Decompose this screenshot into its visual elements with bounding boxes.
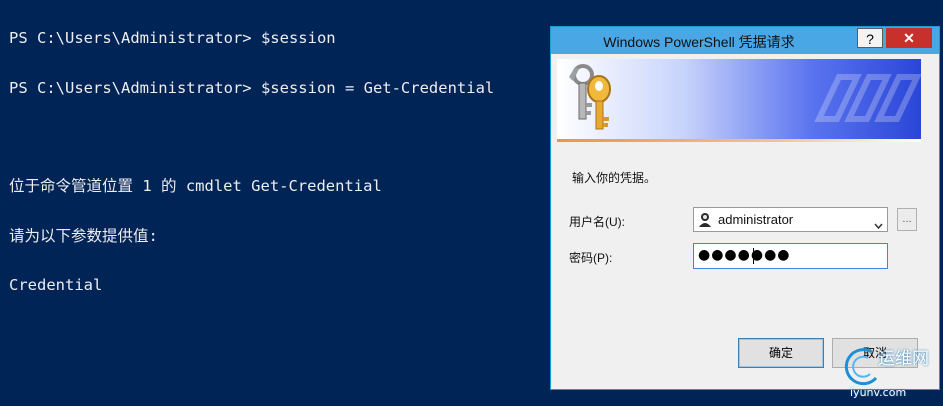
user-icon	[698, 212, 712, 231]
chevron-down-icon[interactable]	[874, 215, 883, 234]
credential-banner	[557, 59, 921, 139]
help-button[interactable]: ?	[857, 28, 883, 48]
dialog-title: Windows PowerShell 凭据请求	[603, 34, 795, 50]
watermark-url: iyunv.com	[850, 386, 907, 399]
username-combobox[interactable]: administrator	[693, 207, 888, 232]
close-button[interactable]: ✕	[886, 28, 932, 48]
password-label: 密码(P):	[569, 251, 613, 265]
dialog-titlebar[interactable]: Windows PowerShell 凭据请求 ? ✕	[551, 27, 939, 54]
credential-dialog: Windows PowerShell 凭据请求 ? ✕ 输入你的凭据。 用户名(…	[550, 26, 940, 390]
text-caret	[753, 248, 754, 264]
watermark-text: 运维网	[878, 349, 929, 369]
prompt-text: 输入你的凭据。	[572, 171, 657, 185]
username-label: 用户名(U):	[569, 215, 625, 229]
password-mask: ●●●●●●●	[698, 247, 791, 263]
site-watermark: 运维网 iyunv.com	[840, 342, 943, 406]
keys-banner-graphic	[569, 64, 921, 130]
browse-credentials-button[interactable]: ...	[897, 208, 917, 231]
ok-button[interactable]: 确定	[738, 338, 824, 368]
password-field[interactable]: ●●●●●●●	[693, 243, 888, 269]
username-value: administrator	[718, 212, 794, 227]
keys-icon	[569, 64, 611, 130]
banner-divider	[557, 139, 921, 142]
